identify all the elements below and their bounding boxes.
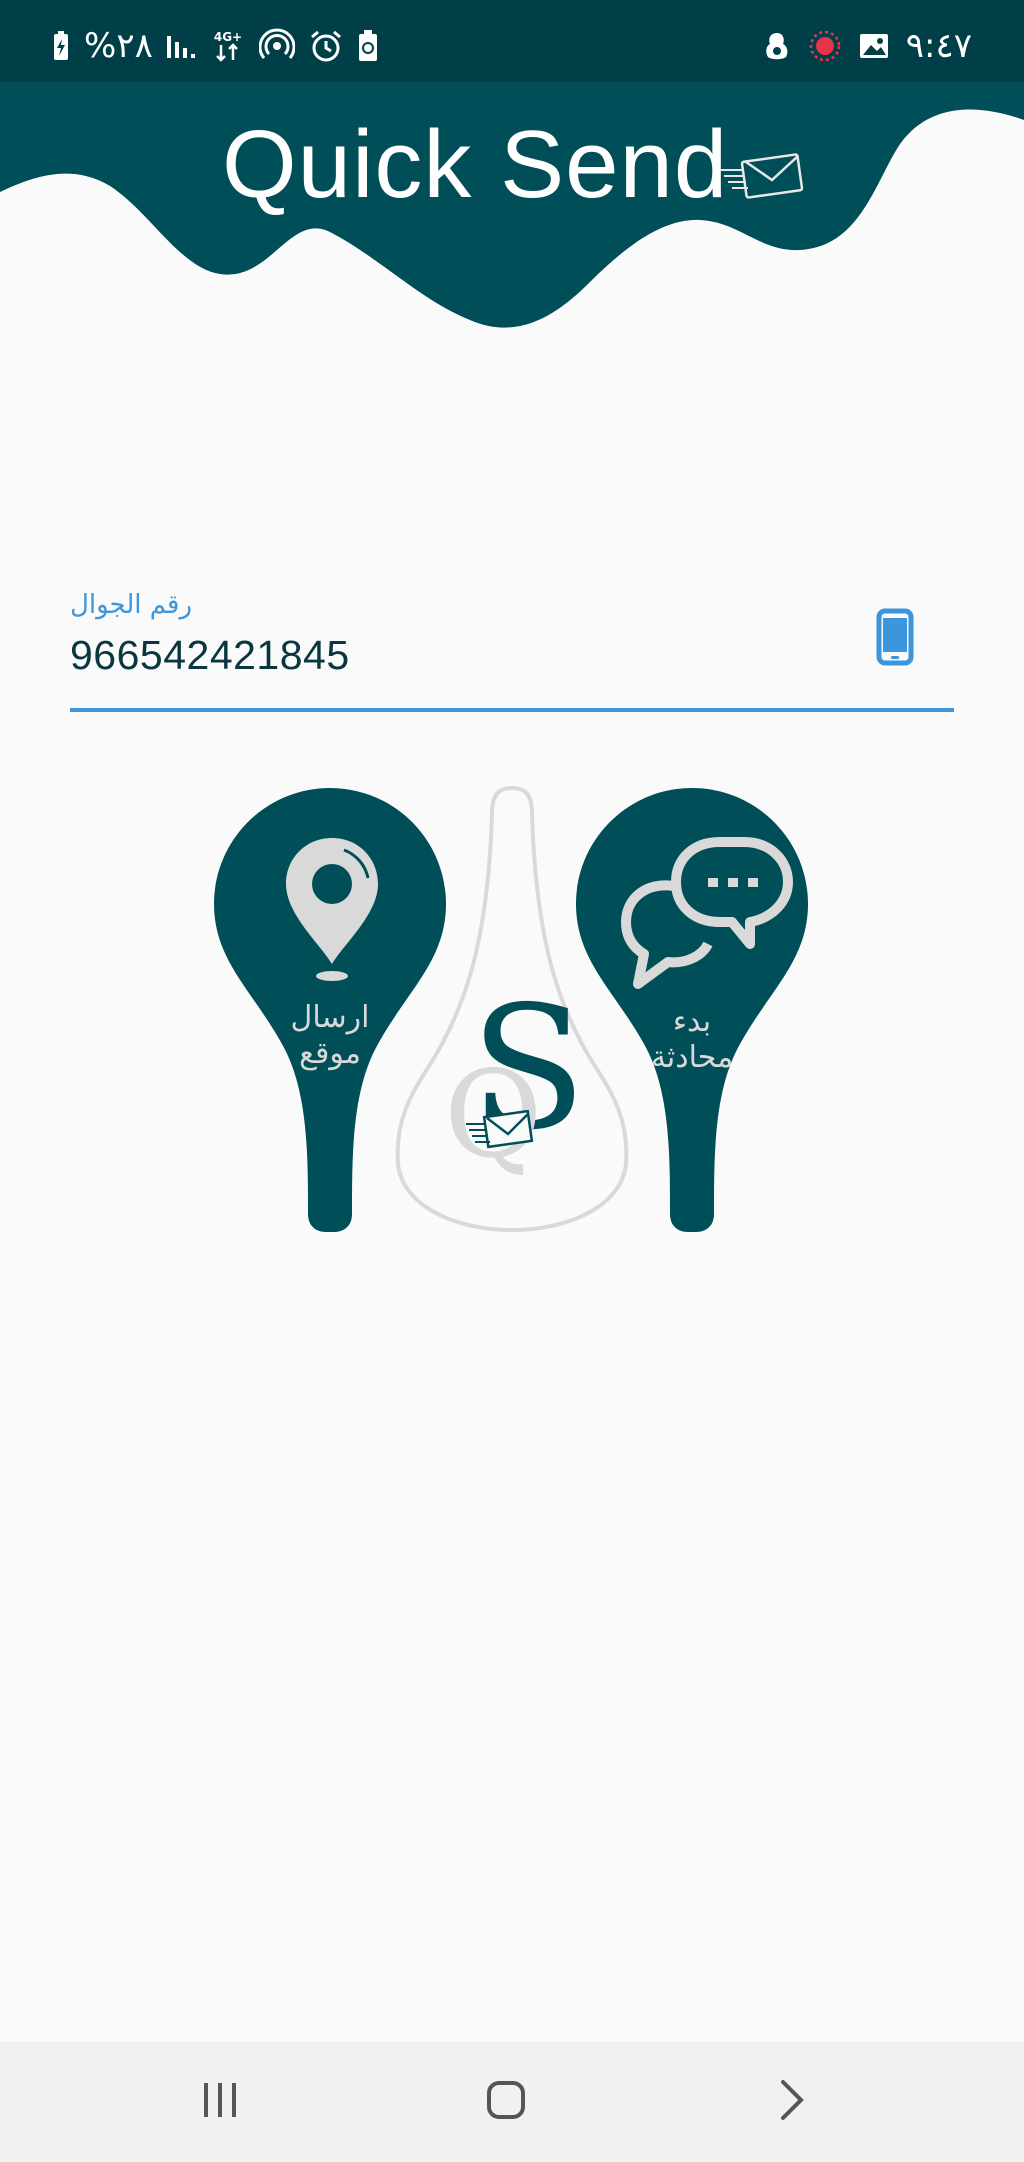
alarm-icon	[309, 29, 343, 63]
recording-icon	[808, 29, 842, 63]
recent-apps-icon	[200, 2081, 240, 2123]
status-left: %٢٨ 4G+	[52, 26, 379, 66]
phone-number-field[interactable]: رقم الجوال	[70, 590, 954, 714]
envelope-icon	[464, 1109, 534, 1156]
app-title: Quick Send	[222, 111, 729, 218]
status-right: ٩:٤٧	[762, 26, 972, 66]
start-chat-label: بدء محادثة	[614, 1004, 770, 1076]
send-location-button[interactable]: ارسال موقع	[212, 784, 448, 1234]
app-header: Quick Send	[0, 82, 1024, 342]
home-icon	[485, 2079, 527, 2125]
location-pin-icon	[282, 834, 382, 988]
battery-saver-icon	[357, 29, 379, 63]
system-nav-bar	[0, 2042, 1024, 2162]
status-bar: %٢٨ 4G+ ٩:٤٧	[0, 0, 1024, 82]
quick-send-logo: ارسال موقع بدء محادثة S Q	[212, 784, 812, 1234]
start-chat-line2: محادثة	[650, 1040, 734, 1075]
assistant-icon	[762, 30, 792, 62]
send-location-line1: ارسال	[290, 1000, 370, 1035]
back-icon	[777, 2078, 807, 2126]
field-underline	[70, 708, 954, 712]
send-location-label: ارسال موقع	[252, 1000, 408, 1072]
hotspot-icon	[258, 28, 295, 64]
network-type: 4G+	[214, 30, 242, 44]
start-chat-line1: بدء	[672, 1004, 712, 1039]
phone-number-input[interactable]	[70, 626, 830, 684]
home-button[interactable]	[466, 2072, 546, 2132]
phone-field-label: رقم الجوال	[70, 590, 193, 620]
gallery-icon	[858, 31, 890, 61]
smartphone-icon	[876, 608, 914, 670]
start-chat-button[interactable]: بدء محادثة	[574, 784, 810, 1234]
signal-bars-icon	[166, 32, 197, 60]
chat-bubbles-icon	[604, 836, 794, 1000]
battery-charging-icon	[52, 30, 70, 62]
back-button[interactable]	[752, 2072, 832, 2132]
battery-percent: %٢٨	[84, 26, 153, 66]
envelope-icon	[718, 152, 804, 206]
network-4g-icon: 4G+	[211, 28, 245, 64]
send-location-line2: موقع	[299, 1036, 361, 1071]
recent-apps-button[interactable]	[180, 2072, 260, 2132]
status-time: ٩:٤٧	[905, 26, 972, 66]
